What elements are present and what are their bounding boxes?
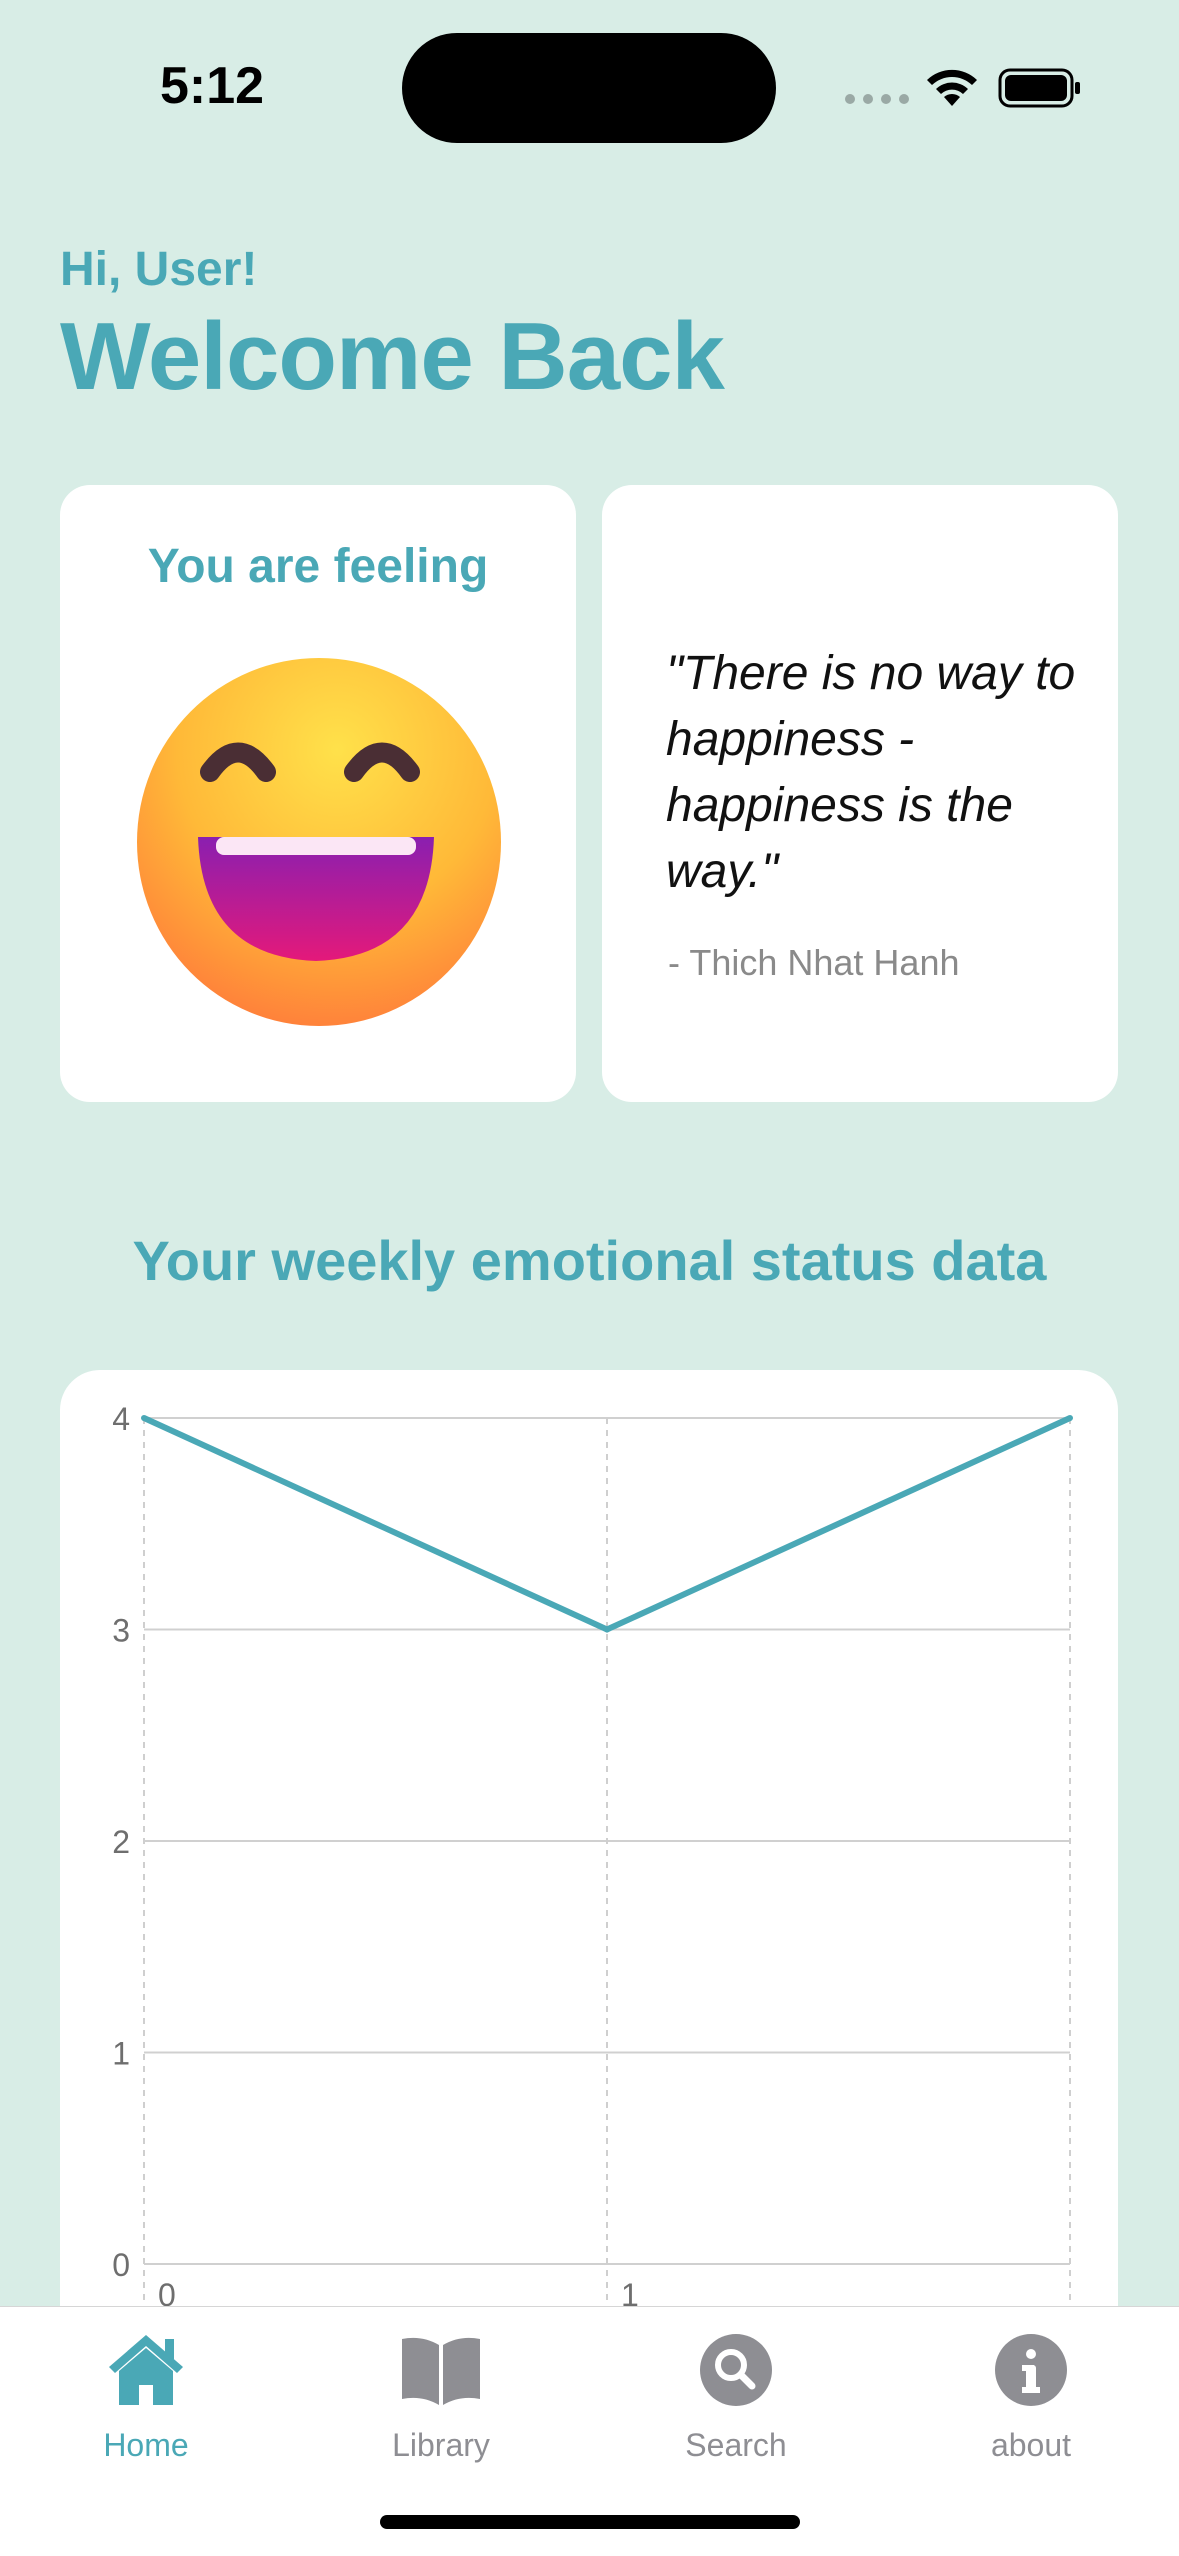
chart-y-tick-label: 1 [112,2036,130,2072]
quote-author: - Thich Nhat Hanh [668,942,960,983]
dynamic-island [402,33,776,143]
book-icon [402,2337,480,2405]
chart-point [1067,1415,1073,1421]
grinning-face-with-smiling-eyes-icon [137,658,501,1026]
battery-icon [998,68,1080,108]
chart-point [141,1415,147,1421]
feeling-title: You are feeling [147,540,489,593]
weekly-section-title: Your weekly emotional status data [132,1229,1047,1292]
tab-library[interactable]: Library [341,2325,541,2464]
tab-about-label: about [990,2427,1072,2463]
tab-search-label: Search [685,2427,787,2463]
tab-library-label: Library [392,2427,490,2463]
status-time: 5:12 [160,57,265,115]
quote-card: "There is no way to happiness - happines… [602,485,1118,1102]
page-title: Welcome Back [60,303,725,410]
chart-point [604,1626,610,1633]
search-icon [700,2334,772,2406]
tab-search[interactable]: Search [636,2325,836,2464]
home-indicator[interactable] [380,2515,800,2529]
quote-text: "There is no way to happiness - happines… [666,647,1076,898]
chart-y-tick-label: 4 [112,1401,130,1437]
wifi-icon [927,69,977,106]
tab-home[interactable]: Home [46,2325,246,2464]
house-icon [109,2335,183,2405]
greeting-text: Hi, User! [60,243,258,296]
cellular-signal-icon [845,94,909,104]
feeling-card[interactable]: You are feeling [60,485,576,1102]
tab-home-label: Home [103,2427,189,2463]
chart-series-line [142,1415,1072,1633]
chart-y-tick-label: 3 [112,1613,130,1649]
weekly-chart-card: 0123401 [60,1370,1118,2370]
info-icon [995,2334,1067,2406]
chart-y-tick-label: 0 [112,2247,130,2283]
tab-about[interactable]: about [931,2325,1131,2464]
weekly-line-chart: 012340 1 [112,1401,1073,2370]
chart-y-tick-label: 2 [112,1824,130,1860]
